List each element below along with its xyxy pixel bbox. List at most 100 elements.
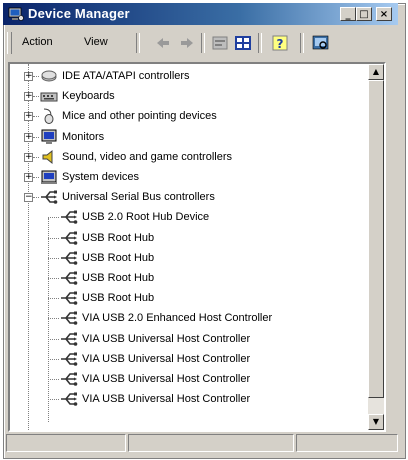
- usb-device-icon: [61, 210, 78, 225]
- tree-category-row[interactable]: + System devices: [24, 168, 140, 186]
- mouse-icon: [43, 108, 54, 125]
- collapse-toggle[interactable]: −: [24, 193, 33, 203]
- system-icon: [41, 170, 57, 184]
- usb-device-label: VIA USB Universal Host Controller: [82, 352, 251, 365]
- usb-branch-line: [48, 218, 49, 422]
- expand-toggle[interactable]: +: [24, 152, 33, 162]
- tree-connector: [48, 338, 59, 340]
- tree-connector: [33, 197, 39, 199]
- usb-device-row[interactable]: VIA USB Universal Host Controller: [48, 350, 251, 368]
- scroll-up-button[interactable]: ▲: [368, 64, 384, 80]
- usb-device-icon: [61, 231, 78, 245]
- tree-connector: [33, 96, 39, 98]
- usb-device-icon: [61, 251, 78, 265]
- usb-device-icon: [61, 332, 78, 346]
- usb-device-label: USB Root Hub: [82, 251, 155, 264]
- usb-device-row[interactable]: USB Root Hub: [48, 229, 155, 247]
- tree-connector: [48, 318, 59, 320]
- forward-arrow-icon[interactable]: [176, 33, 198, 53]
- status-bar: [6, 434, 398, 452]
- title-bar[interactable]: Device Manager _ □ ×: [3, 3, 398, 25]
- usb-device-label: VIA USB Universal Host Controller: [82, 393, 251, 406]
- usb-device-row[interactable]: VIA USB Universal Host Controller: [48, 330, 251, 348]
- usb-device-row[interactable]: VIA USB Universal Host Controller: [48, 370, 251, 388]
- device-tree-pane[interactable]: + IDE ATA/ATAPI controllers + Keyboards + Mic…: [8, 62, 386, 432]
- usb-device-row[interactable]: USB Root Hub: [48, 269, 155, 287]
- usb-device-row[interactable]: USB Root Hub: [48, 249, 155, 267]
- usb-device-label: VIA USB Universal Host Controller: [82, 332, 251, 345]
- tree-category-row[interactable]: + Monitors: [24, 128, 104, 146]
- scroll-thumb[interactable]: [368, 80, 384, 398]
- maximize-button[interactable]: □: [356, 7, 372, 21]
- status-panel: [6, 434, 126, 452]
- help-icon[interactable]: ?: [270, 33, 292, 53]
- tree-connector: [33, 177, 39, 178]
- toolbar-separator: [136, 33, 140, 53]
- usb-device-row[interactable]: USB Root Hub: [48, 289, 155, 307]
- usb-device-icon: [61, 372, 78, 386]
- tree-connector: [48, 217, 59, 219]
- expand-toggle[interactable]: +: [24, 132, 33, 142]
- tree-category-label: Universal Serial Bus controllers: [62, 191, 215, 204]
- tree-category-label: Mice and other pointing devices: [62, 110, 217, 123]
- tree-category-row[interactable]: − Universal Serial Bus controllers: [24, 188, 215, 206]
- toolbar-separator: [201, 33, 205, 53]
- scroll-down-button[interactable]: ▼: [368, 414, 384, 430]
- usb-device-icon: [61, 392, 78, 406]
- tree-connector: [33, 76, 39, 77]
- tree-connector: [48, 298, 59, 300]
- keyboard-icon: [40, 92, 58, 102]
- tree-connector: [33, 156, 39, 158]
- usb-device-icon: [61, 311, 78, 326]
- computer-view-icon[interactable]: [232, 33, 254, 53]
- usb-device-label: VIA USB 2.0 Enhanced Host Controller: [82, 312, 273, 325]
- tree-connector: [48, 379, 59, 380]
- properties-icon[interactable]: [209, 33, 231, 53]
- device-manager-icon: [8, 7, 24, 21]
- tree-category-label: Sound, video and game controllers: [62, 150, 232, 163]
- tree-category-row[interactable]: + Mice and other pointing devices: [24, 107, 217, 125]
- status-panel: [128, 434, 294, 452]
- usb-device-icon: [61, 352, 78, 366]
- usb-device-icon: [61, 291, 78, 305]
- usb-device-label: USB Root Hub: [82, 272, 155, 284]
- tree-category-label: Keyboards: [62, 90, 115, 103]
- tree-category-row[interactable]: + Keyboards: [24, 87, 115, 105]
- expand-toggle[interactable]: +: [24, 72, 33, 81]
- menu-action[interactable]: Action: [22, 36, 53, 48]
- expand-toggle[interactable]: +: [24, 112, 33, 122]
- tree-category-label: IDE ATA/ATAPI controllers: [62, 70, 190, 82]
- window-title: Device Manager: [28, 6, 130, 21]
- usb-device-row[interactable]: VIA USB Universal Host Controller: [48, 390, 251, 408]
- tree-connector: [48, 237, 59, 239]
- svg-text:?: ?: [277, 37, 284, 51]
- usb-device-row[interactable]: VIA USB 2.0 Enhanced Host Controller: [48, 309, 273, 327]
- tree-connector: [48, 278, 59, 279]
- close-button[interactable]: ×: [376, 7, 392, 21]
- tree-category-row[interactable]: + Sound, video and game controllers: [24, 148, 232, 166]
- tree-connector: [48, 399, 59, 401]
- menu-view[interactable]: View: [84, 36, 108, 48]
- usb-device-row[interactable]: USB 2.0 Root Hub Device: [48, 208, 210, 226]
- usb-device-label: USB 2.0 Root Hub Device: [82, 211, 210, 224]
- tree-category-row[interactable]: + IDE ATA/ATAPI controllers: [24, 67, 190, 85]
- ide-controller-icon: [41, 70, 57, 82]
- back-arrow-icon[interactable]: [152, 33, 174, 53]
- expand-toggle[interactable]: +: [24, 173, 33, 182]
- usb-icon: [41, 190, 58, 204]
- scan-hardware-icon[interactable]: [310, 33, 332, 53]
- usb-device-label: USB Root Hub: [82, 292, 155, 305]
- usb-device-label: VIA USB Universal Host Controller: [82, 373, 251, 385]
- tree-category-label: System devices: [62, 171, 140, 183]
- expand-toggle[interactable]: +: [24, 92, 33, 102]
- toolbar-separator: [300, 33, 304, 53]
- usb-device-icon: [61, 271, 78, 285]
- device-tree[interactable]: + IDE ATA/ATAPI controllers + Keyboards + Mic…: [10, 64, 372, 430]
- minimize-button[interactable]: _: [340, 7, 356, 21]
- toolbar: Action View ?: [4, 28, 398, 58]
- tree-connector: [33, 136, 39, 138]
- monitor-icon: [41, 129, 57, 144]
- tree-connector: [48, 257, 59, 259]
- usb-device-label: USB Root Hub: [82, 231, 155, 244]
- vertical-scrollbar[interactable]: ▲ ▼: [368, 64, 384, 430]
